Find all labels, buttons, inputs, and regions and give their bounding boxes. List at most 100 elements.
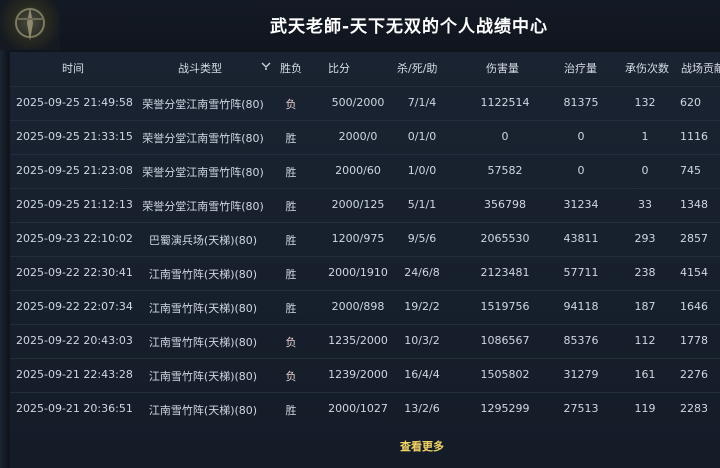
cell-points: 1778 (680, 334, 708, 347)
header-result: 胜负 (280, 62, 302, 75)
cell-time: 2025-09-25 21:33:15 (16, 130, 133, 143)
cell-tank: 238 (634, 266, 656, 279)
cell-tank: 0 (641, 164, 649, 177)
header-tank: 承伤次数 (625, 62, 669, 75)
cell-score: 2000/60 (335, 164, 381, 177)
table-row[interactable]: 2025-09-22 22:30:41 江南雪竹阵(天梯)(80) 胜 2000/19… (10, 256, 720, 291)
cell-heal: 27513 (563, 402, 599, 415)
cell-tank: 161 (634, 368, 656, 381)
header-heal: 治疗量 (564, 62, 597, 75)
view-more-button[interactable]: 查看更多 (400, 438, 444, 454)
table-row[interactable]: 2025-09-25 21:12:13 荣誉分堂江南雪竹阵(80) 胜 2000/12… (10, 188, 720, 223)
cell-result: 胜 (285, 404, 297, 417)
table-row[interactable]: 2025-09-25 21:49:58 荣誉分堂江南雪竹阵(80) 负 500/200… (10, 86, 720, 121)
cell-points: 745 (680, 164, 701, 177)
cell-damage: 1519756 (480, 300, 530, 313)
cell-time: 2025-09-21 22:43:28 (16, 368, 133, 381)
cell-heal: 31234 (563, 198, 599, 211)
cell-heal: 31279 (563, 368, 599, 381)
cell-heal: 0 (577, 130, 585, 143)
cell-points: 4154 (680, 266, 708, 279)
cell-damage: 57582 (487, 164, 523, 177)
cell-time: 2025-09-23 22:10:02 (16, 232, 133, 245)
cell-score: 1200/975 (331, 232, 385, 245)
cell-damage: 0 (501, 130, 509, 143)
cell-score: 2000/0 (338, 130, 378, 143)
cell-type: 江南雪竹阵(天梯)(80) (148, 404, 258, 417)
cell-damage: 2123481 (480, 266, 530, 279)
cell-result: 胜 (285, 166, 297, 179)
cell-heal: 43811 (563, 232, 599, 245)
cell-type: 巴蜀演兵场(天梯)(80) (148, 234, 258, 247)
header-damage: 伤害量 (486, 62, 519, 75)
cell-time: 2025-09-25 21:12:13 (16, 198, 133, 211)
cell-kda: 16/4/4 (404, 368, 440, 381)
table-row[interactable]: 2025-09-23 22:10:02 巴蜀演兵场(天梯)(80) 胜 1200/97… (10, 222, 720, 257)
cell-time: 2025-09-22 22:07:34 (16, 300, 133, 313)
cell-score: 1235/2000 (328, 334, 388, 347)
cell-score: 2000/1027 (328, 402, 388, 415)
cell-score: 2000/1910 (328, 266, 388, 279)
cell-type: 荣誉分堂江南雪竹阵(80) (142, 166, 264, 179)
cell-points: 620 (680, 96, 701, 109)
cell-type: 荣誉分堂江南雪竹阵(80) (142, 132, 264, 145)
header-kda: 杀/死/助 (397, 62, 438, 75)
cell-time: 2025-09-25 21:23:08 (16, 164, 133, 177)
cell-result: 负 (285, 370, 297, 383)
cell-time: 2025-09-22 20:43:03 (16, 334, 133, 347)
cell-result: 胜 (285, 234, 297, 247)
cell-tank: 112 (634, 334, 656, 347)
cell-kda: 7/1/4 (407, 96, 437, 109)
cell-type: 荣誉分堂江南雪竹阵(80) (142, 98, 264, 111)
table-row[interactable]: 2025-09-21 22:43:28 江南雪竹阵(天梯)(80) 负 1239/20… (10, 358, 720, 393)
cell-tank: 119 (634, 402, 656, 415)
cell-type: 江南雪竹阵(天梯)(80) (148, 336, 258, 349)
left-rail (0, 50, 8, 468)
cell-type: 江南雪竹阵(天梯)(80) (148, 302, 258, 315)
table-row[interactable]: 2025-09-22 20:43:03 江南雪竹阵(天梯)(80) 负 1235/20… (10, 324, 720, 359)
filter-toggle-icon[interactable] (261, 61, 271, 71)
table-row[interactable]: 2025-09-25 21:23:08 荣誉分堂江南雪竹阵(80) 胜 2000/60… (10, 154, 720, 189)
cell-damage: 356798 (484, 198, 526, 211)
header-points: 战场贡献 (681, 62, 720, 75)
cell-result: 胜 (285, 132, 297, 145)
cell-heal: 81375 (563, 96, 599, 109)
cell-points: 2276 (680, 368, 708, 381)
cell-tank: 1 (641, 130, 649, 143)
cell-heal: 85376 (563, 334, 599, 347)
cell-score: 500/2000 (331, 96, 385, 109)
cell-kda: 10/3/2 (404, 334, 440, 347)
header-type: 战斗类型 (178, 62, 222, 75)
cell-result: 负 (285, 336, 297, 349)
cell-heal: 0 (577, 164, 585, 177)
cell-result: 胜 (285, 268, 297, 281)
cell-damage: 2065530 (480, 232, 530, 245)
cell-kda: 5/1/1 (407, 198, 437, 211)
cell-points: 1348 (680, 198, 708, 211)
cell-points: 2857 (680, 232, 708, 245)
cell-type: 荣誉分堂江南雪竹阵(80) (142, 200, 264, 213)
cell-kda: 1/0/0 (407, 164, 437, 177)
table-row[interactable]: 2025-09-22 22:07:34 江南雪竹阵(天梯)(80) 胜 2000/89… (10, 290, 720, 325)
cell-kda: 13/2/6 (404, 402, 440, 415)
cell-heal: 94118 (563, 300, 599, 313)
cell-tank: 187 (634, 300, 656, 313)
table-row[interactable]: 2025-09-25 21:33:15 荣誉分堂江南雪竹阵(80) 胜 2000/0 0… (10, 120, 720, 155)
game-emblem-icon (0, 0, 60, 50)
cell-kda: 19/2/2 (404, 300, 440, 313)
cell-damage: 1295299 (480, 402, 530, 415)
cell-tank: 132 (634, 96, 656, 109)
cell-points: 2283 (680, 402, 708, 415)
top-bar: 武天老師-天下无双的个人战绩中心 (0, 0, 720, 50)
cell-kda: 24/6/8 (404, 266, 440, 279)
cell-damage: 1086567 (480, 334, 530, 347)
cell-points: 1116 (680, 130, 708, 143)
cell-kda: 0/1/0 (407, 130, 437, 143)
table-row[interactable]: 2025-09-21 20:36:51 江南雪竹阵(天梯)(80) 胜 2000/10… (10, 392, 720, 427)
cell-score: 2000/125 (331, 198, 385, 211)
cell-damage: 1122514 (480, 96, 530, 109)
cell-tank: 293 (634, 232, 656, 245)
cell-time: 2025-09-21 20:36:51 (16, 402, 133, 415)
cell-points: 1646 (680, 300, 708, 313)
header-score: 比分 (328, 62, 350, 75)
